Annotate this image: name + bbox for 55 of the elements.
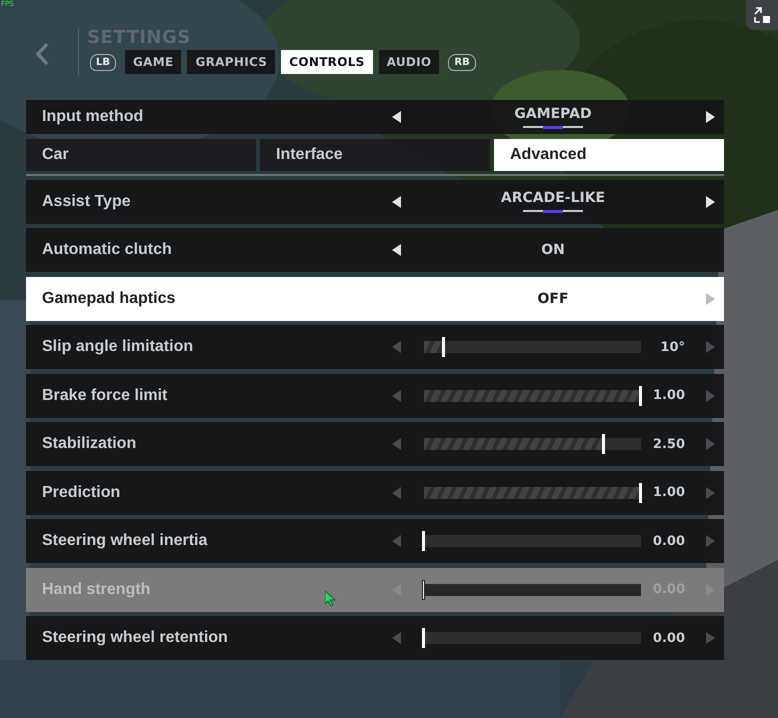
setting-label: Assist Type [41, 192, 132, 210]
setting-value: 1.00 [652, 485, 685, 500]
setting-label: Automatic clutch [41, 241, 173, 259]
resize-icon [753, 6, 771, 24]
setting-label: Brake force limit [41, 386, 168, 404]
fullscreen-button[interactable] [746, 0, 778, 30]
left-arrow-icon[interactable] [392, 196, 400, 208]
tab[interactable]: CONTROLS [281, 50, 373, 74]
setting-label: Steering wheel inertia [41, 532, 208, 550]
setting-value: 0.00 [652, 630, 685, 646]
bumper-hint: RB [448, 54, 476, 70]
right-arrow-icon[interactable] [706, 111, 714, 123]
right-arrow-icon[interactable] [706, 196, 714, 208]
setting-row[interactable]: Steering wheel retention 0.00 [26, 616, 724, 660]
subtab[interactable]: Interface [260, 138, 490, 170]
setting-row[interactable]: Input method GAMEPAD [26, 100, 724, 134]
setting-label: Stabilization [41, 435, 138, 453]
slider-thumb[interactable] [442, 337, 445, 357]
setting-label: Steering wheel retention [41, 629, 229, 647]
cursor-icon [325, 591, 336, 606]
setting-value: ON [541, 242, 565, 258]
setting-row[interactable]: Brake force limit 1.00 [26, 374, 724, 418]
setting-value: 1.00 [652, 388, 685, 403]
setting-value: 0.00 [652, 534, 685, 548]
setting-row[interactable]: Automatic clutch ON [26, 228, 724, 272]
slider-thumb[interactable] [602, 434, 606, 454]
setting-value: OFF [537, 290, 569, 306]
setting-value: GAMEPAD [514, 106, 592, 122]
tab[interactable]: AUDIO [378, 50, 440, 74]
subtab[interactable]: Advanced [494, 138, 724, 170]
setting-value: 2.50 [652, 436, 685, 452]
setting-row[interactable]: Stabilization 2.50 [26, 422, 724, 466]
tab[interactable]: GAME [125, 50, 182, 74]
setting-label: Input method [41, 108, 144, 126]
setting-value: ARCADE-LIKE [500, 190, 606, 206]
slider-thumb[interactable] [422, 628, 425, 648]
setting-row[interactable]: Gamepad haptics OFF [26, 276, 724, 320]
tab[interactable]: GRAPHICS [187, 50, 276, 74]
slider-thumb[interactable] [422, 580, 425, 600]
setting-label: Gamepad haptics [41, 290, 176, 308]
setting-label: Slip angle limitation [41, 338, 194, 356]
slider-thumb[interactable] [639, 482, 642, 502]
setting-row[interactable]: Steering wheel inertia 0.00 [26, 519, 724, 563]
slider-thumb[interactable] [422, 531, 425, 551]
slider-thumb[interactable] [639, 386, 642, 406]
bumper-hint: LB [90, 54, 116, 70]
setting-row[interactable]: Slip angle limitation 10° [26, 325, 724, 369]
setting-row[interactable]: Assist Type ARCADE-LIKE [26, 180, 724, 224]
setting-row[interactable]: Prediction 1.00 [26, 470, 724, 514]
setting-label: Hand strength [41, 580, 152, 598]
subtab[interactable]: Car [26, 138, 256, 170]
setting-label: Prediction [41, 484, 122, 502]
left-arrow-icon[interactable] [392, 244, 400, 256]
setting-value: 10° [659, 340, 685, 354]
left-arrow-icon[interactable] [392, 111, 400, 123]
